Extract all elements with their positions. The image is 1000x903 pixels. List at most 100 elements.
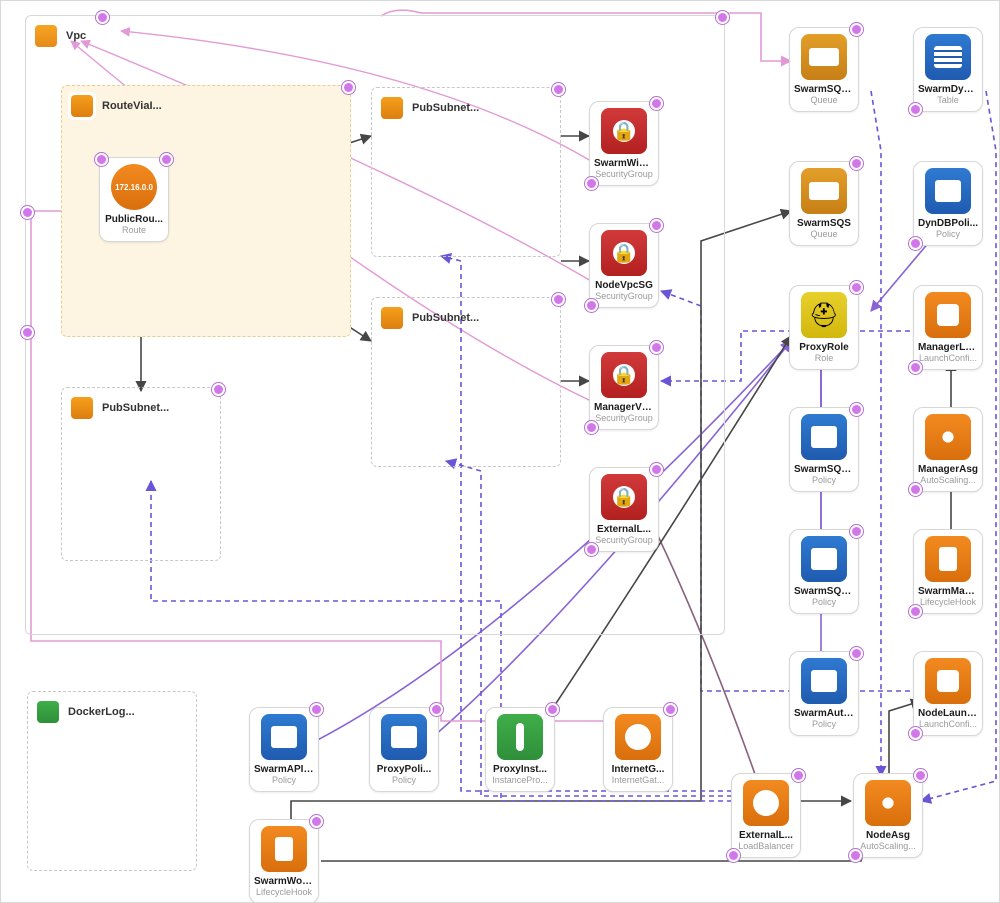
node-subtitle: Queue (794, 229, 854, 239)
node-internet-gw[interactable]: InternetG... InternetGat... (603, 707, 673, 792)
asg-icon (925, 414, 971, 460)
node-swarm-dyndb[interactable]: SwarmDynD... Table (913, 27, 983, 112)
node-subtitle: Policy (374, 775, 434, 785)
asg-icon (865, 780, 911, 826)
node-swarm-sqs-policy[interactable]: SwarmSQSP... Policy (789, 407, 859, 492)
node-title: SwarmDynD... (918, 84, 978, 95)
node-subtitle: Policy (794, 719, 854, 729)
node-title: SwarmWide... (594, 158, 654, 169)
table-icon (925, 34, 971, 80)
group-ps2-label: PubSubnet... (412, 312, 479, 324)
node-title: PublicRou... (104, 214, 164, 225)
load-balancer-icon (743, 780, 789, 826)
policy-icon (925, 168, 971, 214)
diagram-canvas: Vpc RouteViaI... PubSubnet... PubSubnet.… (0, 0, 1000, 903)
node-subtitle: LifecycleHook (918, 597, 978, 607)
node-proxy-policy[interactable]: ProxyPoli... Policy (369, 707, 439, 792)
node-manager-launch[interactable]: ManagerLa... LaunchConfi... (913, 285, 983, 370)
subnet-icon (378, 304, 406, 332)
node-subtitle: SecurityGroup (594, 535, 654, 545)
policy-icon (801, 536, 847, 582)
node-title: SwarmSQSC... (794, 84, 854, 95)
node-public-route[interactable]: PublicRou... Route (99, 157, 169, 242)
node-subtitle: AutoScaling... (918, 475, 978, 485)
node-title: SwarmAPIP... (254, 764, 314, 775)
node-swarm-auto-policy[interactable]: SwarmAuto... Policy (789, 651, 859, 736)
queue-icon (801, 34, 847, 80)
node-subtitle: Policy (794, 475, 854, 485)
node-subtitle: Table (918, 95, 978, 105)
node-manager-vpc-sg[interactable]: ManagerVp... SecurityGroup (589, 345, 659, 430)
launch-config-icon (925, 658, 971, 704)
node-title: SwarmAuto... (794, 708, 854, 719)
group-docker-log[interactable]: DockerLog... (27, 691, 197, 871)
node-title: NodeAsg (858, 830, 918, 841)
node-proxy-instance-profile[interactable]: ProxyInst... InstancePro... (485, 707, 555, 792)
node-title: ProxyPoli... (374, 764, 434, 775)
instance-profile-icon (497, 714, 543, 760)
node-swarm-wide-sg[interactable]: SwarmWide... SecurityGroup (589, 101, 659, 186)
node-title: SwarmMana... (918, 586, 978, 597)
group-pubsubnet-3[interactable]: PubSubnet... (61, 387, 221, 561)
node-external-lb[interactable]: ExternalL... LoadBalancer (731, 773, 801, 858)
node-title: ExternalL... (736, 830, 796, 841)
node-title: InternetG... (608, 764, 668, 775)
node-swarm-sqs[interactable]: SwarmSQS Queue (789, 161, 859, 246)
node-title: DynDBPoli... (918, 218, 978, 229)
group-vpc-label: Vpc (66, 30, 86, 42)
launch-config-icon (925, 292, 971, 338)
node-subtitle: Policy (254, 775, 314, 785)
node-title: ManagerAsg (918, 464, 978, 475)
security-group-icon (601, 108, 647, 154)
subnet-icon (68, 394, 96, 422)
group-ps1-label: PubSubnet... (412, 102, 479, 114)
node-subtitle: LaunchConfi... (918, 353, 978, 363)
group-ps3-label: PubSubnet... (102, 402, 169, 414)
group-pubsubnet-2[interactable]: PubSubnet... (371, 297, 561, 467)
node-swarm-worker-hook[interactable]: SwarmWork... LifecycleHook (249, 819, 319, 903)
group-pubsubnet-1[interactable]: PubSubnet... (371, 87, 561, 257)
node-subtitle: Route (104, 225, 164, 235)
group-dlog-label: DockerLog... (68, 706, 135, 718)
policy-icon (381, 714, 427, 760)
queue-icon (801, 168, 847, 214)
subnet-icon (378, 94, 406, 122)
node-title: SwarmSQSP... (794, 464, 854, 475)
internet-gateway-icon (615, 714, 661, 760)
lifecycle-hook-icon (261, 826, 307, 872)
node-swarm-sqsc-policy[interactable]: SwarmSQSC... Policy (789, 529, 859, 614)
node-swarm-sqs-cleanup[interactable]: SwarmSQSC... Queue (789, 27, 859, 112)
security-group-icon (601, 352, 647, 398)
node-title: NodeLaunc... (918, 708, 978, 719)
node-node-asg[interactable]: NodeAsg AutoScaling... (853, 773, 923, 858)
node-swarm-manager-hook[interactable]: SwarmMana... LifecycleHook (913, 529, 983, 614)
policy-icon (801, 414, 847, 460)
node-manager-asg[interactable]: ManagerAsg AutoScaling... (913, 407, 983, 492)
role-icon (801, 292, 847, 338)
node-subtitle: AutoScaling... (858, 841, 918, 851)
node-title: ManagerVp... (594, 402, 654, 413)
node-subtitle: LifecycleHook (254, 887, 314, 897)
node-node-launch[interactable]: NodeLaunc... LaunchConfi... (913, 651, 983, 736)
node-proxy-role[interactable]: ProxyRole Role (789, 285, 859, 370)
node-subtitle: InstancePro... (490, 775, 550, 785)
security-group-icon (601, 230, 647, 276)
policy-icon (801, 658, 847, 704)
node-title: NodeVpcSG (594, 280, 654, 291)
node-subtitle: Role (794, 353, 854, 363)
logs-icon (34, 698, 62, 726)
lifecycle-hook-icon (925, 536, 971, 582)
node-title: SwarmWork... (254, 876, 314, 887)
security-group-icon (601, 474, 647, 520)
route-table-icon (68, 92, 96, 120)
node-dyndb-policy[interactable]: DynDBPoli... Policy (913, 161, 983, 246)
node-subtitle: InternetGat... (608, 775, 668, 785)
policy-icon (261, 714, 307, 760)
node-node-vpc-sg[interactable]: NodeVpcSG SecurityGroup (589, 223, 659, 308)
node-subtitle: SecurityGroup (594, 291, 654, 301)
node-subtitle: SecurityGroup (594, 169, 654, 179)
node-subtitle: Policy (794, 597, 854, 607)
node-external-lb-sg[interactable]: ExternalL... SecurityGroup (589, 467, 659, 552)
node-title: SwarmSQS (794, 218, 854, 229)
node-swarm-api-policy[interactable]: SwarmAPIP... Policy (249, 707, 319, 792)
